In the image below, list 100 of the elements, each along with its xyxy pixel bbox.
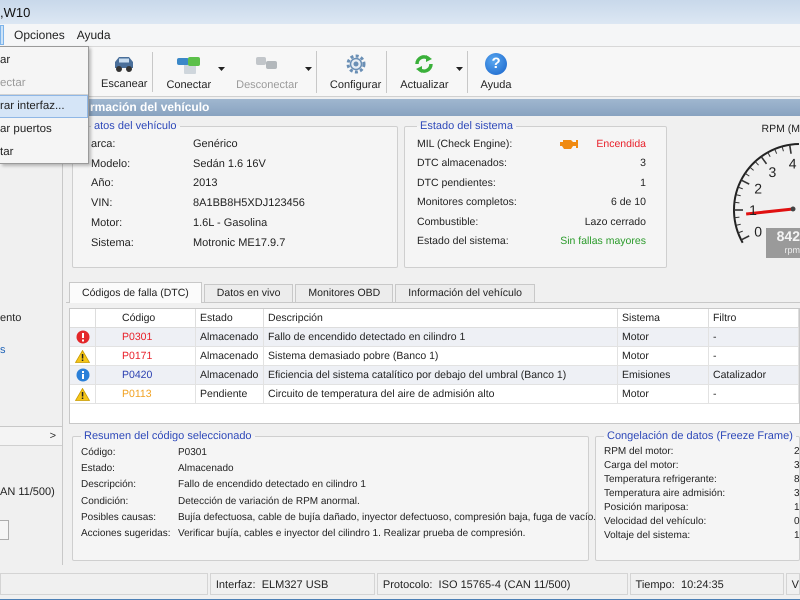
table-cell: P0113 bbox=[96, 384, 196, 404]
field-value: Motronic ME17.9.7 bbox=[193, 236, 286, 249]
table-cell: Emisiones bbox=[618, 366, 708, 384]
field-label: Año: bbox=[91, 177, 115, 190]
field-label: Estado del sistema: bbox=[417, 235, 510, 248]
table-cell: Almacenado bbox=[196, 328, 264, 346]
engine-icon bbox=[559, 138, 579, 150]
rpm-value: 842 bbox=[776, 228, 800, 245]
status-text: Interfaz: ELM327 USB bbox=[210, 573, 375, 595]
field-value: 8 bbox=[794, 474, 800, 484]
field-value: 2013 bbox=[193, 177, 218, 190]
group-title: Resumen del código seleccionado bbox=[83, 430, 253, 442]
caret-icon bbox=[304, 66, 312, 70]
field-label: Condición: bbox=[81, 496, 130, 507]
tab[interactable]: Códigos de falla (DTC) bbox=[69, 282, 202, 303]
field-label: RPM del motor: bbox=[604, 446, 674, 456]
status-text: Protocolo: ISO 15765-4 (CAN 11/500) bbox=[376, 573, 628, 595]
sidebar-item[interactable]: ento bbox=[0, 311, 22, 325]
field-value: Sedán 1.6 16V bbox=[193, 158, 266, 170]
field-value: 1 bbox=[794, 530, 800, 540]
field-value: Almacenado bbox=[178, 462, 234, 474]
field-label: DTC pendientes: bbox=[417, 176, 497, 189]
field-value: Lazo cerrado bbox=[584, 216, 647, 228]
table-cell: - bbox=[708, 328, 798, 346]
gear-icon bbox=[344, 52, 367, 74]
refresh-button[interactable]: Actualizar bbox=[395, 50, 468, 92]
warning-icon bbox=[75, 350, 90, 362]
field-label: DTC almacenados: bbox=[417, 157, 508, 170]
field-value: 8A1BB8H5XDJ123456 bbox=[193, 197, 305, 210]
field-value: Bujía defectuosa, cable de bujía dañado, inyector defectuoso, compresión baja, fuga de vacío. bbox=[178, 512, 596, 523]
settings-button[interactable]: Configurar bbox=[324, 50, 388, 92]
field-value: Genérico bbox=[193, 138, 238, 150]
table-cell: Catalizador bbox=[708, 366, 798, 384]
field-label: Sistema: bbox=[91, 236, 135, 249]
field-label: Temperatura aire admisión: bbox=[604, 488, 726, 498]
tab[interactable]: Información del vehículo bbox=[395, 284, 536, 302]
field-value: 3 bbox=[639, 157, 647, 170]
field-label: Código: bbox=[81, 446, 116, 458]
gauge-title: RPM (M bbox=[762, 123, 800, 135]
gauge-tick-label: 4 bbox=[788, 156, 797, 172]
field-value: 2 bbox=[794, 446, 800, 456]
gauge-tick-label: 3 bbox=[768, 164, 776, 180]
field-label: Modelo: bbox=[91, 158, 132, 170]
table-cell: P0301 bbox=[96, 328, 196, 346]
field-label: Motor: bbox=[91, 217, 124, 230]
field-label: Velocidad del vehículo: bbox=[604, 516, 708, 526]
table-cell: P0420 bbox=[96, 366, 196, 384]
menu-item[interactable]: ar bbox=[0, 49, 88, 72]
field-label: Posibles causas: bbox=[81, 512, 158, 523]
field-label: Monitores completos: bbox=[417, 196, 518, 208]
menu-item[interactable]: ar puertos bbox=[0, 118, 88, 141]
warning-icon bbox=[75, 388, 90, 400]
expand-button[interactable]: > bbox=[50, 430, 56, 442]
table-cell: Motor bbox=[618, 328, 708, 346]
rpm-unit: rpm bbox=[784, 245, 800, 255]
help-button[interactable]: ? Ayuda bbox=[476, 50, 517, 92]
field-label: Posición mariposa: bbox=[604, 502, 690, 512]
field-label: VIN: bbox=[91, 197, 114, 210]
field-value: 1 bbox=[639, 176, 647, 189]
help-icon: ? bbox=[485, 52, 508, 74]
tab[interactable]: Monitores OBD bbox=[295, 284, 394, 302]
refresh-icon bbox=[413, 52, 436, 74]
menu-item[interactable]: rar interfaz... bbox=[0, 95, 88, 118]
menu-item[interactable]: tar bbox=[0, 141, 88, 164]
table-cell: Motor bbox=[618, 384, 708, 404]
table-cell: Almacenado bbox=[196, 366, 264, 384]
menu-item[interactable]: Opciones bbox=[8, 26, 71, 44]
field-value: Encendida bbox=[595, 138, 647, 150]
field-value: Verificar bujía, cables e inyector del cilindro 1. Realizar prueba de compresión. bbox=[178, 528, 526, 540]
field-label: Carga del motor: bbox=[604, 460, 680, 470]
field-value: 1 bbox=[794, 502, 800, 512]
field-value: Fallo de encendido detectado en cilindro 1 bbox=[178, 479, 366, 490]
menu-item[interactable]: Ayuda bbox=[70, 26, 117, 44]
protocol-text: AN 11/500) bbox=[0, 486, 55, 498]
scan-button[interactable]: Escanear bbox=[96, 52, 154, 92]
status-text: V bbox=[786, 573, 800, 595]
table-cell: Eficiencia del sistema catalítico por debajo del umbral (Banco 1) bbox=[264, 366, 618, 384]
caret-icon bbox=[218, 66, 226, 70]
field-label: Voltaje del sistema: bbox=[604, 530, 692, 540]
field-label: Descripción: bbox=[81, 479, 138, 490]
group-title: Estado del sistema bbox=[419, 120, 514, 132]
gauge-tick-label: 0 bbox=[754, 223, 762, 240]
field-label: MIL (Check Engine): bbox=[417, 138, 514, 150]
sidebar-button[interactable] bbox=[0, 520, 9, 540]
gauge-tick-label: 2 bbox=[754, 180, 762, 197]
connect-button[interactable]: Conectar bbox=[161, 50, 230, 92]
field-value: 1.6L - Gasolina bbox=[193, 217, 268, 230]
error-icon bbox=[76, 330, 90, 344]
table-cell: - bbox=[708, 384, 798, 404]
field-label: Estado: bbox=[81, 462, 116, 474]
sidebar-link[interactable]: s bbox=[0, 343, 6, 357]
caret-icon bbox=[456, 66, 463, 70]
field-label: Temperatura refrigerante: bbox=[604, 474, 718, 484]
field-label: arca: bbox=[91, 138, 116, 150]
window-title: ,W10 bbox=[0, 4, 30, 20]
tab[interactable]: Datos en vivo bbox=[204, 284, 294, 302]
group-title: atos del vehículo bbox=[93, 120, 178, 132]
menu-item[interactable] bbox=[0, 25, 4, 45]
field-value: 6 de 10 bbox=[610, 196, 647, 208]
field-value: Sin fallas mayores bbox=[560, 235, 647, 248]
